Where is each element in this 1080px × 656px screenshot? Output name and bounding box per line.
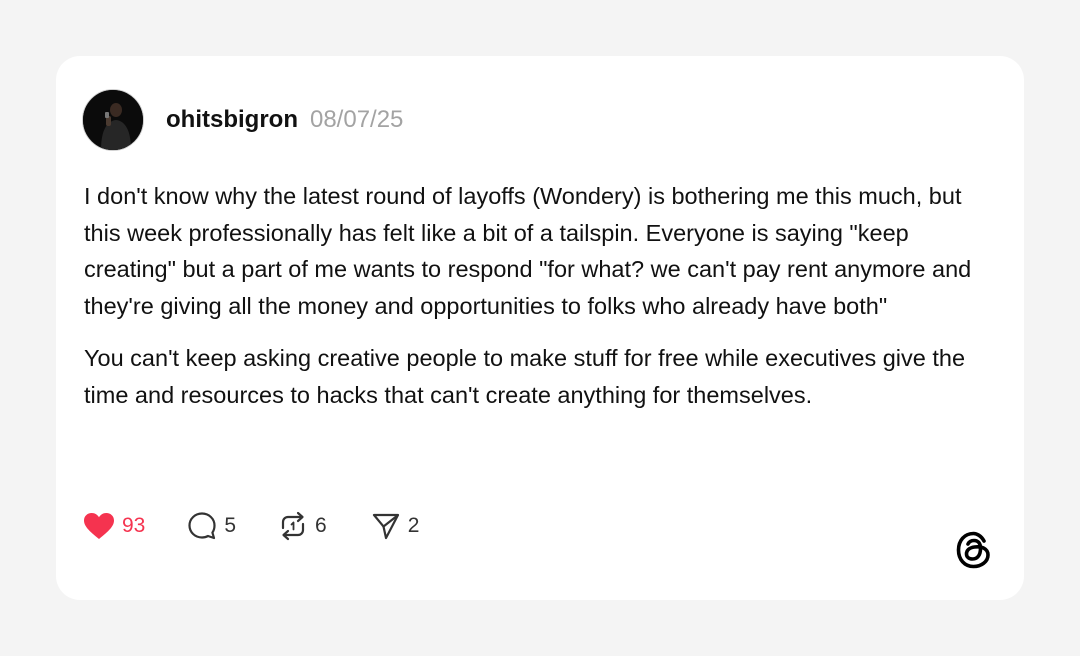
threads-logo-icon[interactable] bbox=[954, 530, 994, 570]
share-button[interactable]: 2 bbox=[371, 511, 420, 541]
comment-button[interactable]: 5 bbox=[187, 511, 236, 541]
post-header: ohitsbigron 08/07/25 bbox=[82, 89, 403, 151]
like-count: 93 bbox=[122, 514, 146, 537]
repost-count: 6 bbox=[315, 514, 327, 537]
repost-button[interactable]: 6 bbox=[278, 511, 327, 541]
heart-filled-icon bbox=[84, 513, 114, 539]
post-actions: 93 5 6 2 bbox=[83, 511, 419, 541]
avatar[interactable] bbox=[82, 89, 144, 151]
post-body: I don't know why the latest round of lay… bbox=[84, 178, 1004, 413]
post-paragraph: You can't keep asking creative people to… bbox=[84, 345, 966, 408]
send-icon bbox=[372, 513, 399, 540]
comment-count: 5 bbox=[224, 514, 237, 537]
post-date: 08/07/25 bbox=[309, 106, 404, 133]
post-card: ohitsbigron 08/07/25 I don't know why th… bbox=[56, 56, 1024, 600]
post-paragraph: I don't know why the latest round of lay… bbox=[84, 183, 972, 319]
comment-bubble-icon bbox=[188, 512, 216, 540]
like-button[interactable]: 93 bbox=[83, 512, 145, 540]
share-count: 2 bbox=[407, 514, 420, 537]
username[interactable]: ohitsbigron bbox=[166, 106, 298, 134]
avatar-image bbox=[83, 90, 143, 150]
repost-icon bbox=[281, 511, 305, 541]
